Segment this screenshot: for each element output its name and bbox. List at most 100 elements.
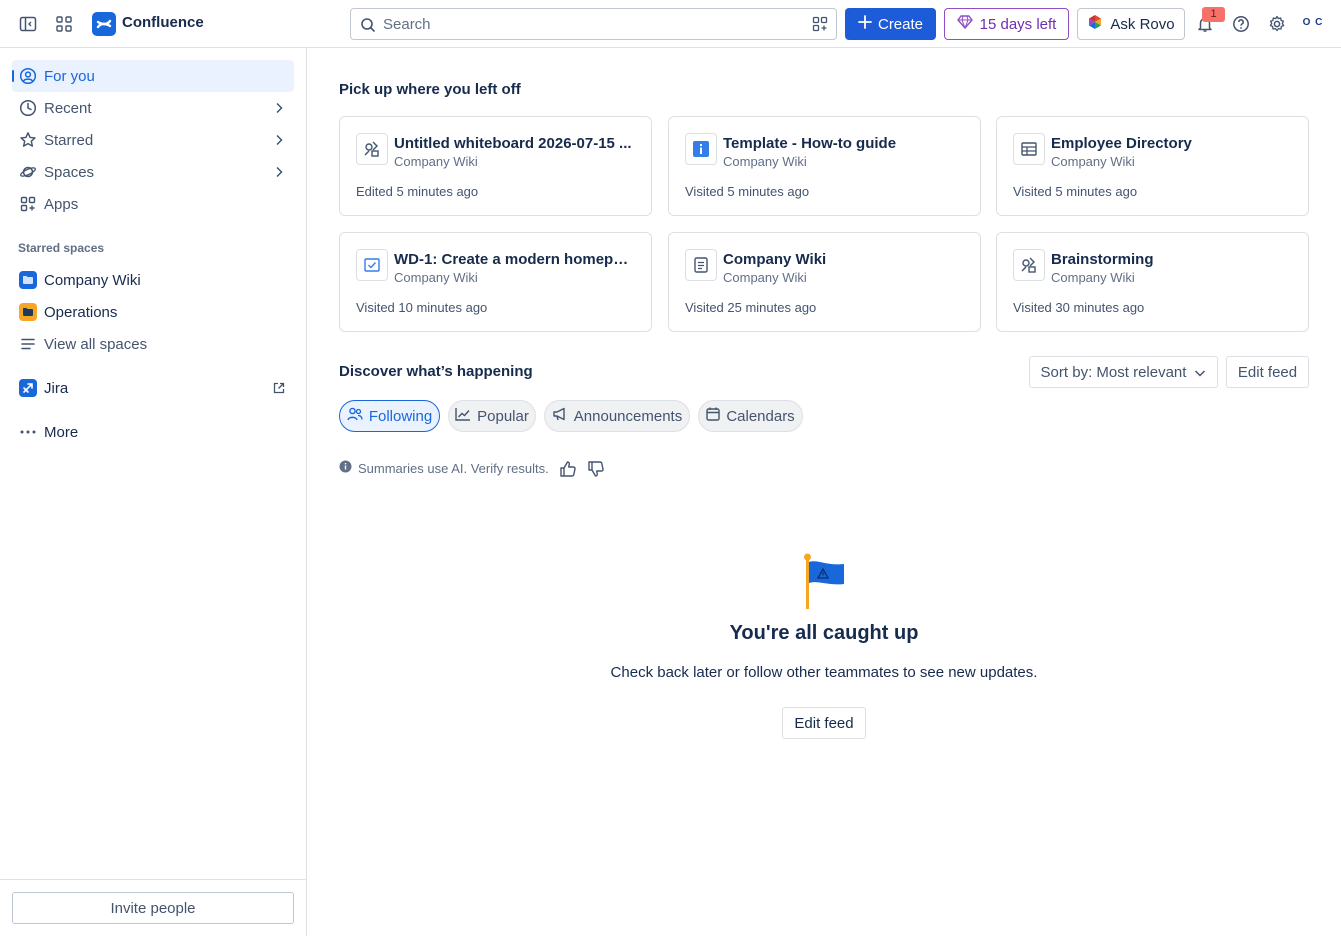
avatar[interactable]: O C [1300,12,1326,36]
sidebar-item-spaces[interactable]: Spaces [12,156,294,188]
whiteboard-icon [1013,249,1045,281]
flag-illustration-icon [802,553,848,614]
people-icon [347,407,363,425]
sidebar-item-apps[interactable]: Apps [12,188,294,220]
card-title: Template - How-to guide [723,135,897,152]
external-link-icon[interactable] [264,382,294,394]
space-icon-wrapper [12,271,44,289]
ai-disclaimer-text: Summaries use AI. Verify results. [358,460,549,476]
confluence-logo-icon[interactable] [92,12,116,36]
checkbox-icon [356,249,388,281]
sidebar-item-label: More [44,423,79,441]
tab-popular[interactable]: Popular [448,400,536,432]
thumbs-up-icon[interactable] [558,459,578,479]
rovo-logo-icon [1087,14,1103,34]
tab-calendars[interactable]: Calendars [698,400,803,432]
card-meta: Visited 5 minutes ago [685,184,810,199]
card-space: Company Wiki [394,154,478,169]
empty-state-description: Check back later or follow other teammat… [610,664,1038,681]
card-space: Company Wiki [723,154,807,169]
sidebar-item-for-you[interactable]: For you [12,60,294,92]
main-content: Pick up where you left off Untitled whit… [307,48,1341,936]
tab-announcements[interactable]: Announcements [544,400,690,432]
chevron-right-icon[interactable] [264,166,294,178]
recent-card[interactable]: Brainstorming Company Wiki Visited 30 mi… [996,232,1309,332]
tab-following[interactable]: Following [339,400,440,432]
edit-feed-button[interactable]: Edit feed [1226,356,1309,388]
card-title: Employee Directory [1051,135,1192,152]
gem-icon [956,15,973,33]
card-meta: Visited 25 minutes ago [685,300,817,315]
ai-disclaimer: Summaries use AI. Verify results. [339,460,549,476]
list-icon [12,335,44,353]
chevron-down-icon [1194,364,1206,381]
recent-heading: Pick up where you left off [339,81,521,98]
card-space: Company Wiki [1051,154,1135,169]
more-dots-icon [12,429,44,435]
recent-card[interactable]: Employee Directory Company Wiki Visited … [996,116,1309,216]
info-icon [685,133,717,165]
search-box[interactable] [350,8,837,40]
page-icon [685,249,717,281]
settings-gear-icon[interactable] [1265,12,1289,36]
sidebar-item-label: Company Wiki [44,271,141,289]
sidebar-item-label: Operations [44,303,118,321]
jira-icon-wrapper [12,379,44,397]
card-space: Company Wiki [723,270,807,285]
trending-icon [455,407,471,425]
chevron-right-icon[interactable] [264,134,294,146]
company-wiki-space-icon [19,271,37,289]
calendar-icon [706,407,721,425]
thumbs-down-icon[interactable] [586,459,606,479]
recent-card[interactable]: Company Wiki Company Wiki Visited 25 min… [668,232,981,332]
sidebar-view-all-spaces[interactable]: View all spaces [12,328,294,360]
sidebar-space-operations[interactable]: Operations [12,296,294,328]
edit-feed-empty-button[interactable]: Edit feed [782,707,866,739]
sidebar-item-starred[interactable]: Starred [12,124,294,156]
search-filter-icon[interactable] [812,16,828,35]
clock-icon [12,99,44,117]
card-title: Untitled whiteboard 2026-07-15 ... [394,135,632,152]
trial-button[interactable]: 15 days left [944,8,1069,40]
search-icon [360,17,376,36]
sidebar-item-label: Recent [44,99,92,117]
apps-icon [12,195,44,213]
ask-rovo-button[interactable]: Ask Rovo [1077,8,1185,40]
sidebar-divider [0,879,306,880]
sidebar-item-label: Apps [44,195,79,213]
app-name[interactable]: Confluence [122,14,204,31]
star-icon [12,131,44,149]
sort-dropdown[interactable]: Sort by: Most relevant [1029,356,1218,388]
sidebar-item-label: Spaces [44,163,95,181]
recent-card[interactable]: WD-1: Create a modern homepa... Company … [339,232,652,332]
top-navigation-bar: Confluence Create 15 days left Ask Rovo … [0,0,1341,48]
tab-label: Following [368,407,433,425]
recent-card[interactable]: Template - How-to guide Company Wiki Vis… [668,116,981,216]
recent-card[interactable]: Untitled whiteboard 2026-07-15 ... Compa… [339,116,652,216]
chevron-right-icon[interactable] [264,102,294,114]
app-switcher-icon[interactable] [52,12,76,36]
help-icon[interactable] [1229,12,1253,36]
create-button-label: Create [877,15,924,33]
sidebar-toggle-icon[interactable] [16,12,40,36]
tab-label: Announcements [573,407,683,425]
invite-people-button[interactable]: Invite people [12,892,294,924]
sidebar-item-recent[interactable]: Recent [12,92,294,124]
sidebar-space-company-wiki[interactable]: Company Wiki [12,264,294,296]
megaphone-icon [552,407,568,425]
sort-label: Sort by: Most relevant [1040,363,1187,381]
sidebar-item-jira[interactable]: Jira [12,372,294,404]
tab-label: Calendars [726,407,795,425]
notification-count-badge: 1 [1202,7,1225,22]
card-title: WD-1: Create a modern homepa... [394,251,634,268]
card-space: Company Wiki [394,270,478,285]
planet-icon [12,163,44,181]
sidebar-item-label: For you [44,67,95,85]
sidebar-item-label: Starred [44,131,94,149]
trial-button-label: 15 days left [979,15,1057,33]
create-button[interactable]: Create [845,8,936,40]
operations-space-icon [19,303,37,321]
search-input[interactable] [383,9,803,39]
starred-spaces-heading: Starred spaces [18,241,105,255]
sidebar-item-more[interactable]: More [12,416,294,448]
